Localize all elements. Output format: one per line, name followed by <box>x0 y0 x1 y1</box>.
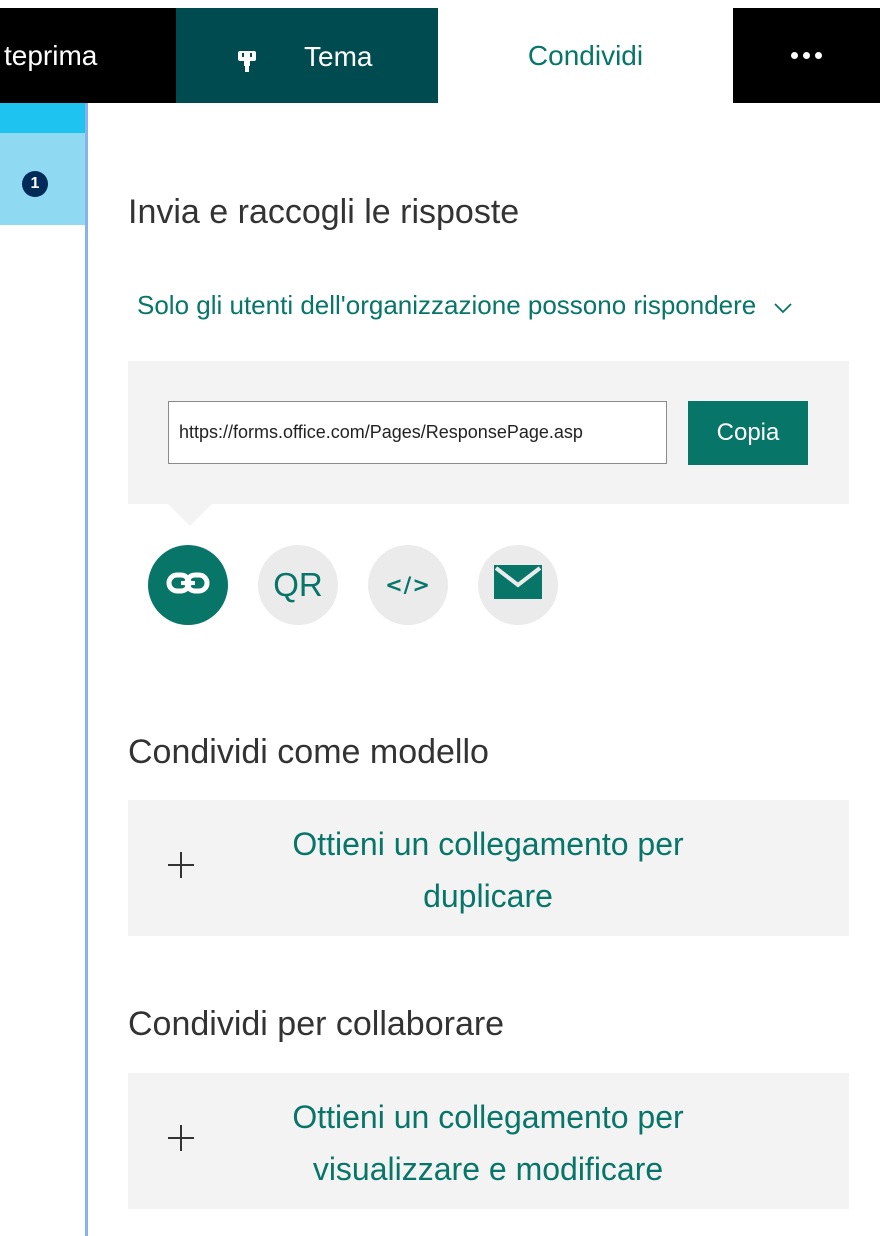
share-qr-button[interactable]: QR <box>258 545 338 625</box>
plus-icon <box>168 852 194 878</box>
more-button[interactable] <box>733 8 880 103</box>
link-box-pointer <box>168 504 212 526</box>
paint-brush-icon <box>236 48 258 72</box>
audience-label: Solo gli utenti dell'organizzazione poss… <box>137 290 757 320</box>
plus-icon <box>168 1125 194 1151</box>
template-section-title: Condividi come modello <box>128 733 489 771</box>
share-method-list: QR </> <box>148 545 558 625</box>
tab-preview[interactable]: teprima <box>0 8 176 103</box>
tab-share-label: Condividi <box>527 39 644 71</box>
question-strip-header <box>0 103 85 133</box>
question-nav-item[interactable]: 1 <box>0 133 85 225</box>
share-link-button[interactable] <box>148 545 228 625</box>
question-number-badge: 1 <box>22 171 48 197</box>
link-box: https://forms.office.com/Pages/ResponseP… <box>128 361 849 504</box>
link-icon <box>166 569 210 601</box>
send-section-title: Invia e raccogli le risposte <box>128 193 520 231</box>
collaborate-link-label: Ottieni un collegamento per visualizzare… <box>292 1099 684 1187</box>
chevron-down-icon <box>772 295 794 317</box>
audience-dropdown[interactable]: Solo gli utenti dell'organizzazione poss… <box>137 290 794 321</box>
tab-theme[interactable]: Tema <box>176 8 438 103</box>
collaborate-section-title: Condividi per collaborare <box>128 1005 505 1043</box>
tab-share[interactable]: Condividi <box>438 8 733 103</box>
more-icon <box>791 52 822 59</box>
panel-divider <box>85 103 88 1236</box>
forms-share-panel: teprima Tema Condividi 1 Invia e raccogl… <box>0 0 880 1236</box>
tab-theme-label: Tema <box>304 41 373 72</box>
qr-icon: QR <box>273 566 323 603</box>
collaborate-link-button[interactable]: Ottieni un collegamento per visualizzare… <box>128 1073 849 1209</box>
template-link-button[interactable]: Ottieni un collegamento per duplicare <box>128 800 849 936</box>
tab-preview-label: teprima <box>4 39 98 71</box>
copy-button[interactable]: Copia <box>688 401 808 465</box>
template-link-label: Ottieni un collegamento per duplicare <box>292 826 684 914</box>
embed-icon: </> <box>385 573 431 597</box>
share-link-field[interactable]: https://forms.office.com/Pages/ResponseP… <box>168 401 667 464</box>
share-embed-button[interactable]: </> <box>368 545 448 625</box>
email-icon <box>494 564 542 606</box>
share-email-button[interactable] <box>478 545 558 625</box>
